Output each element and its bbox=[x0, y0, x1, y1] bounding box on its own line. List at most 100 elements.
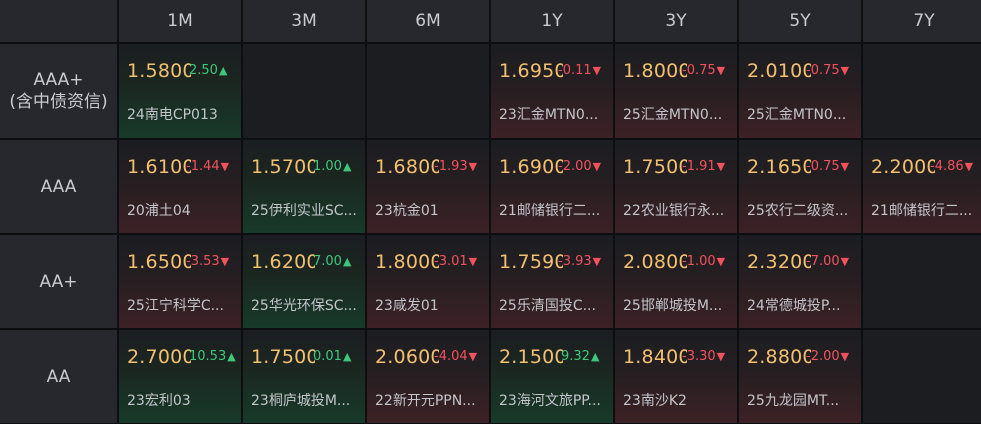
change-value: -7.00▼ bbox=[806, 254, 849, 269]
triangle-down-icon: ▼ bbox=[220, 160, 230, 173]
quote-cell[interactable]: 2.0600 -4.04▼ 22新开元PPN... bbox=[367, 330, 489, 423]
triangle-up-icon: ▲ bbox=[227, 350, 236, 363]
quote-cell[interactable]: 1.6900 -2.00▼ 21邮储银行二... bbox=[491, 140, 613, 233]
yield-value: 1.7500 bbox=[251, 346, 315, 368]
yield-value: 1.8400 bbox=[623, 346, 687, 368]
rating-label-line: AA+ bbox=[39, 271, 78, 292]
change-value: -4.86▼ bbox=[930, 159, 973, 174]
triangle-down-icon: ▼ bbox=[592, 255, 602, 268]
quote-cell[interactable]: 2.1650 -0.75▼ 25农行二级资... bbox=[739, 140, 861, 233]
change-value: -4.04▼ bbox=[434, 349, 477, 364]
yield-value: 2.0100 bbox=[747, 60, 811, 82]
yield-value: 1.6900 bbox=[499, 156, 563, 178]
quote-cell[interactable]: 1.8000 -3.01▼ 23咸发01 bbox=[367, 235, 489, 328]
rating-label: AAA+ (含中债资信) bbox=[0, 44, 117, 138]
change-value: -3.01▼ bbox=[434, 254, 477, 269]
rating-label: AA bbox=[0, 330, 117, 423]
change-value: -1.44▼ bbox=[186, 159, 229, 174]
bond-name: 25伊利实业SC... bbox=[251, 203, 357, 219]
tenor-header-1y[interactable]: 1Y bbox=[491, 0, 613, 42]
quote-cell[interactable]: 1.5700 1.00▲ 25伊利实业SC... bbox=[243, 140, 365, 233]
bond-name: 25九龙园MT... bbox=[747, 393, 840, 409]
change-value: -1.00▼ bbox=[682, 254, 725, 269]
rating-label: AA+ bbox=[0, 235, 117, 328]
rating-label-line: AA bbox=[46, 366, 71, 387]
yield-value: 2.0600 bbox=[375, 346, 439, 368]
quote-cell[interactable]: 1.5800 2.50▲ 24南电CP013 bbox=[119, 44, 241, 138]
quote-cell[interactable]: 2.8800 -2.00▼ 25九龙园MT... bbox=[739, 330, 861, 423]
bond-name: 21邮储银行二... bbox=[871, 203, 973, 219]
change-text: -3.53 bbox=[186, 254, 220, 269]
bond-name: 25汇金MTN0... bbox=[747, 107, 847, 123]
tenor-header-3y[interactable]: 3Y bbox=[615, 0, 737, 42]
quote-cell[interactable]: 2.1500 9.32▲ 23海河文旅PP... bbox=[491, 330, 613, 423]
yield-value: 2.1650 bbox=[747, 156, 811, 178]
change-value: -3.53▼ bbox=[186, 254, 229, 269]
tenor-header-3m[interactable]: 3M bbox=[243, 0, 365, 42]
bond-name: 22新开元PPN... bbox=[375, 393, 476, 409]
change-text: 7.00 bbox=[313, 254, 342, 269]
triangle-up-icon: ▲ bbox=[342, 350, 352, 363]
quote-cell[interactable]: 2.3200 -7.00▼ 24常德城投P... bbox=[739, 235, 861, 328]
quote-cell[interactable]: 2.2000 -4.86▼ 21邮储银行二... bbox=[863, 140, 981, 233]
triangle-up-icon: ▲ bbox=[342, 255, 352, 268]
change-value: -2.00▼ bbox=[806, 349, 849, 364]
quote-cell[interactable]: 1.6100 -1.44▼ 20浦土04 bbox=[119, 140, 241, 233]
triangle-down-icon: ▼ bbox=[716, 255, 726, 268]
rating-label-line: AAA bbox=[40, 176, 77, 197]
triangle-down-icon: ▼ bbox=[716, 160, 726, 173]
quote-cell[interactable]: 1.8400 -3.30▼ 23南沙K2 bbox=[615, 330, 737, 423]
yield-value: 1.8000 bbox=[375, 251, 439, 273]
quote-cell[interactable]: 1.6200 7.00▲ 25华光环保SC... bbox=[243, 235, 365, 328]
tenor-header-6m[interactable]: 6M bbox=[367, 0, 489, 42]
yield-value: 2.1500 bbox=[499, 346, 563, 368]
yield-value: 1.6200 bbox=[251, 251, 315, 273]
yield-value: 1.6500 bbox=[127, 251, 191, 273]
quote-cell[interactable]: 1.8000 -0.75▼ 25汇金MTN0... bbox=[615, 44, 737, 138]
triangle-down-icon: ▼ bbox=[592, 64, 602, 77]
change-text: 1.00 bbox=[313, 159, 342, 174]
yield-value: 1.7590 bbox=[499, 251, 563, 273]
triangle-up-icon: ▲ bbox=[342, 160, 352, 173]
bond-name: 20浦土04 bbox=[127, 203, 191, 219]
yield-value: 1.5700 bbox=[251, 156, 315, 178]
empty-cell bbox=[863, 330, 981, 423]
yield-matrix: 1M 3M 6M 1Y 3Y 5Y 7Y AAA+ (含中债资信) 1.5800 2.50▲ 24南电… bbox=[0, 0, 981, 424]
change-value: -0.75▼ bbox=[806, 159, 849, 174]
rating-label: AAA bbox=[0, 140, 117, 233]
bond-name: 25华光环保SC... bbox=[251, 298, 357, 314]
change-text: -1.91 bbox=[682, 159, 716, 174]
quote-cell[interactable]: 1.7590 -3.93▼ 25乐清国投C... bbox=[491, 235, 613, 328]
bond-name: 25乐清国投C... bbox=[499, 298, 596, 314]
quote-cell[interactable]: 1.6500 -3.53▼ 25江宁科学C... bbox=[119, 235, 241, 328]
tenor-header-7y[interactable]: 7Y bbox=[863, 0, 981, 42]
bond-name: 23宏利03 bbox=[127, 393, 191, 409]
tenor-header-5y[interactable]: 5Y bbox=[739, 0, 861, 42]
change-text: -4.86 bbox=[930, 159, 964, 174]
change-text: -1.93 bbox=[434, 159, 468, 174]
change-value: -0.75▼ bbox=[682, 63, 725, 78]
triangle-down-icon: ▼ bbox=[840, 64, 850, 77]
tenor-header-1m[interactable]: 1M bbox=[119, 0, 241, 42]
quote-cell[interactable]: 1.7500 -1.91▼ 22农业银行永... bbox=[615, 140, 737, 233]
quote-cell[interactable]: 1.6800 -1.93▼ 23杭金01 bbox=[367, 140, 489, 233]
quote-cell[interactable]: 2.7000 10.53▲ 23宏利03 bbox=[119, 330, 241, 423]
yield-value: 2.7000 bbox=[127, 346, 191, 368]
quote-cell[interactable]: 1.7500 0.01▲ 23桐庐城投M... bbox=[243, 330, 365, 423]
yield-value: 1.6100 bbox=[127, 156, 191, 178]
empty-cell bbox=[863, 235, 981, 328]
change-value: -3.30▼ bbox=[682, 349, 725, 364]
change-text: 2.50 bbox=[189, 63, 218, 78]
yield-value: 1.5800 bbox=[127, 60, 191, 82]
quote-cell[interactable]: 2.0800 -1.00▼ 25邯郸城投M... bbox=[615, 235, 737, 328]
change-text: -1.44 bbox=[186, 159, 220, 174]
quote-cell[interactable]: 1.6950 -0.11▼ 23汇金MTN0... bbox=[491, 44, 613, 138]
bond-name: 25邯郸城投M... bbox=[623, 298, 723, 314]
bond-name: 25汇金MTN0... bbox=[623, 107, 723, 123]
change-value: -2.00▼ bbox=[558, 159, 601, 174]
empty-cell bbox=[243, 44, 365, 138]
quote-cell[interactable]: 2.0100 -0.75▼ 25汇金MTN0... bbox=[739, 44, 861, 138]
change-value: 2.50▲ bbox=[189, 63, 227, 78]
change-value: 10.53▲ bbox=[189, 349, 236, 364]
yield-value: 1.7500 bbox=[623, 156, 687, 178]
